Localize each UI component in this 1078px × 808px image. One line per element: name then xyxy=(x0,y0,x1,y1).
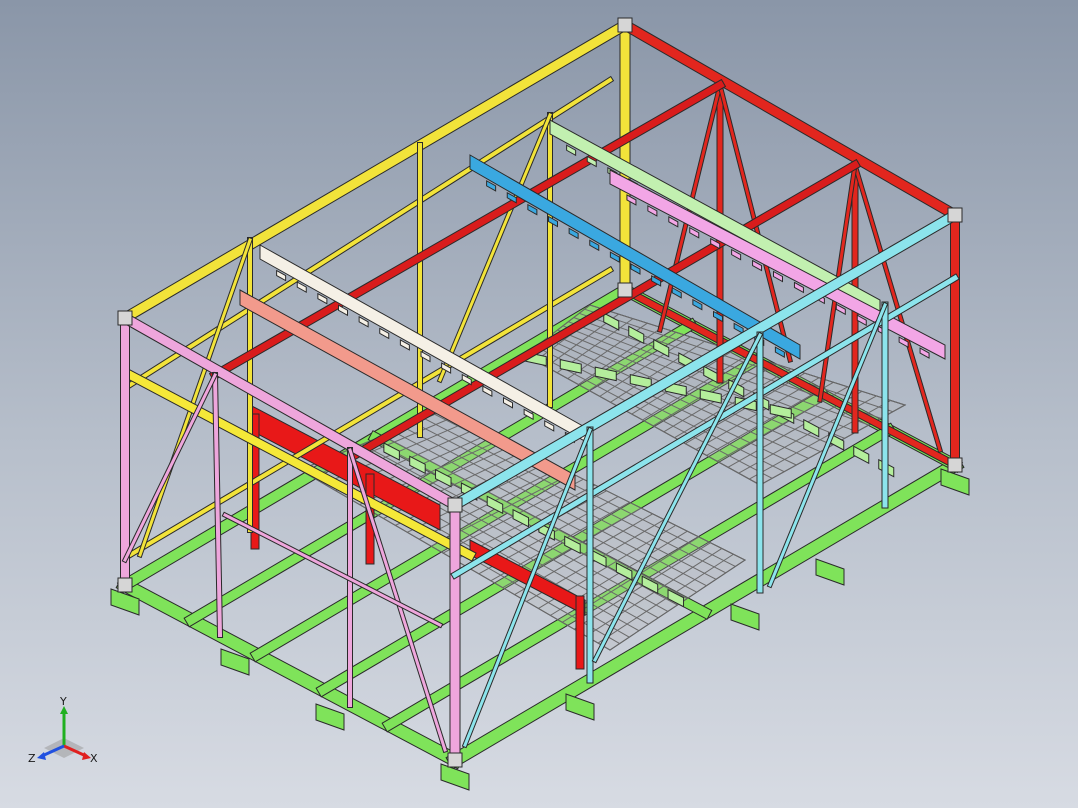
base-foot-5 xyxy=(730,603,760,631)
corner-fitting-4 xyxy=(117,577,133,593)
left-wall-brace-1 xyxy=(138,238,252,557)
base-rail-front xyxy=(116,576,464,769)
base-foot-2 xyxy=(315,703,345,731)
axis-triad: Y X Z xyxy=(28,695,98,765)
frame-3d-model[interactable] xyxy=(0,0,1078,808)
corner-fitting-2 xyxy=(947,207,963,223)
y-label: Y xyxy=(59,695,67,708)
base-foot-4 xyxy=(565,693,595,721)
corner-fitting-3 xyxy=(617,17,633,33)
z-label: Z xyxy=(28,752,36,765)
corner-fitting-6 xyxy=(947,457,963,473)
corner-fitting-1 xyxy=(447,497,463,513)
corner-fitting-5 xyxy=(447,752,463,768)
corner-fitting-7 xyxy=(617,282,633,298)
base-foot-6 xyxy=(815,558,845,586)
end-wall-post-1 xyxy=(212,372,223,638)
top-rail-back xyxy=(618,18,962,222)
corner-fitting-0 xyxy=(117,310,133,326)
cad-viewport[interactable]: Y X Z xyxy=(0,0,1078,808)
x-label: X xyxy=(90,752,98,765)
